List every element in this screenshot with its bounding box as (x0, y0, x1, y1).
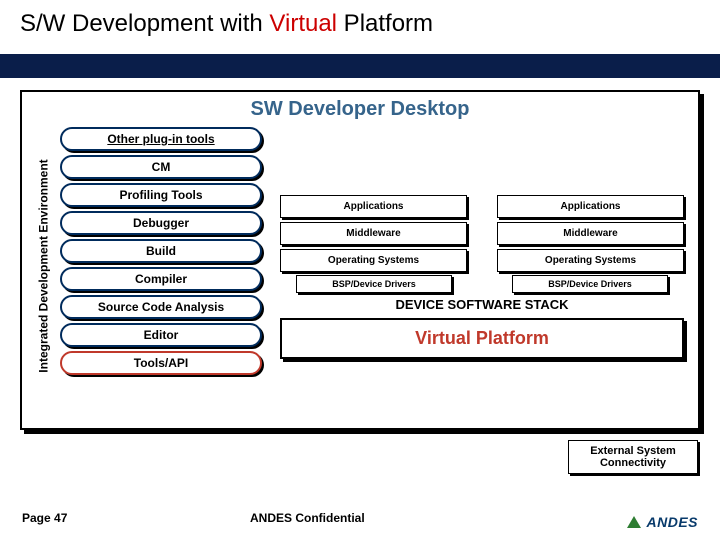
title-strip (0, 54, 720, 78)
desktop-title: SW Developer Desktop (22, 92, 698, 125)
stack-cell: Applications (497, 195, 684, 218)
stack-row-os: Operating Systems Operating Systems (280, 249, 684, 272)
logo-text: ANDES (646, 514, 698, 530)
tool-debugger: Debugger (60, 211, 262, 235)
title-suffix: Platform (337, 10, 433, 37)
stack-frame-label: DEVICE SOFTWARE STACK (280, 293, 684, 318)
stack-row-middleware: Middleware Middleware (280, 222, 684, 245)
confidential-label: ANDES Confidential (250, 511, 365, 525)
ide-label: Integrated Development Environment (37, 159, 51, 372)
title-prefix: S/W Development with (20, 10, 269, 37)
ide-label-column: Integrated Development Environment (30, 125, 58, 407)
logo-triangle-icon (627, 516, 641, 528)
external-connectivity-box: External System Connectivity (568, 440, 698, 474)
body-row: Integrated Development Environment Other… (22, 125, 698, 415)
stack-cell: Operating Systems (497, 249, 684, 272)
tool-source-analysis: Source Code Analysis (60, 295, 262, 319)
desktop-frame: SW Developer Desktop Integrated Developm… (20, 90, 700, 430)
stack-row-bsp: BSP/Device Drivers BSP/Device Drivers (280, 275, 684, 293)
title-highlight: Virtual (269, 10, 337, 37)
tool-build: Build (60, 239, 262, 263)
page-number: Page 47 (0, 511, 180, 525)
footer: Page 47 ANDES Confidential ANDES (0, 504, 720, 530)
tool-profiling: Profiling Tools (60, 183, 262, 207)
tool-editor: Editor (60, 323, 262, 347)
stack-column: Applications Applications Middleware Mid… (268, 125, 690, 407)
stack-cell: Middleware (497, 222, 684, 245)
stack-cell: Applications (280, 195, 467, 218)
tool-other-plugins: Other plug-in tools (60, 127, 262, 151)
virtual-platform-box: Virtual Platform (280, 318, 684, 359)
tool-cm: CM (60, 155, 262, 179)
bsp-cell: BSP/Device Drivers (512, 275, 668, 293)
stack-cell: Middleware (280, 222, 467, 245)
bsp-cell: BSP/Device Drivers (296, 275, 452, 293)
slide-title: S/W Development with Virtual Platform (0, 0, 720, 54)
tool-compiler: Compiler (60, 267, 262, 291)
tool-api: Tools/API (60, 351, 262, 375)
andes-logo: ANDES (627, 514, 698, 530)
software-stack: Applications Applications Middleware Mid… (280, 195, 684, 293)
stack-cell: Operating Systems (280, 249, 467, 272)
stack-row-applications: Applications Applications (280, 195, 684, 218)
tool-column: Other plug-in tools CM Profiling Tools D… (58, 125, 268, 407)
